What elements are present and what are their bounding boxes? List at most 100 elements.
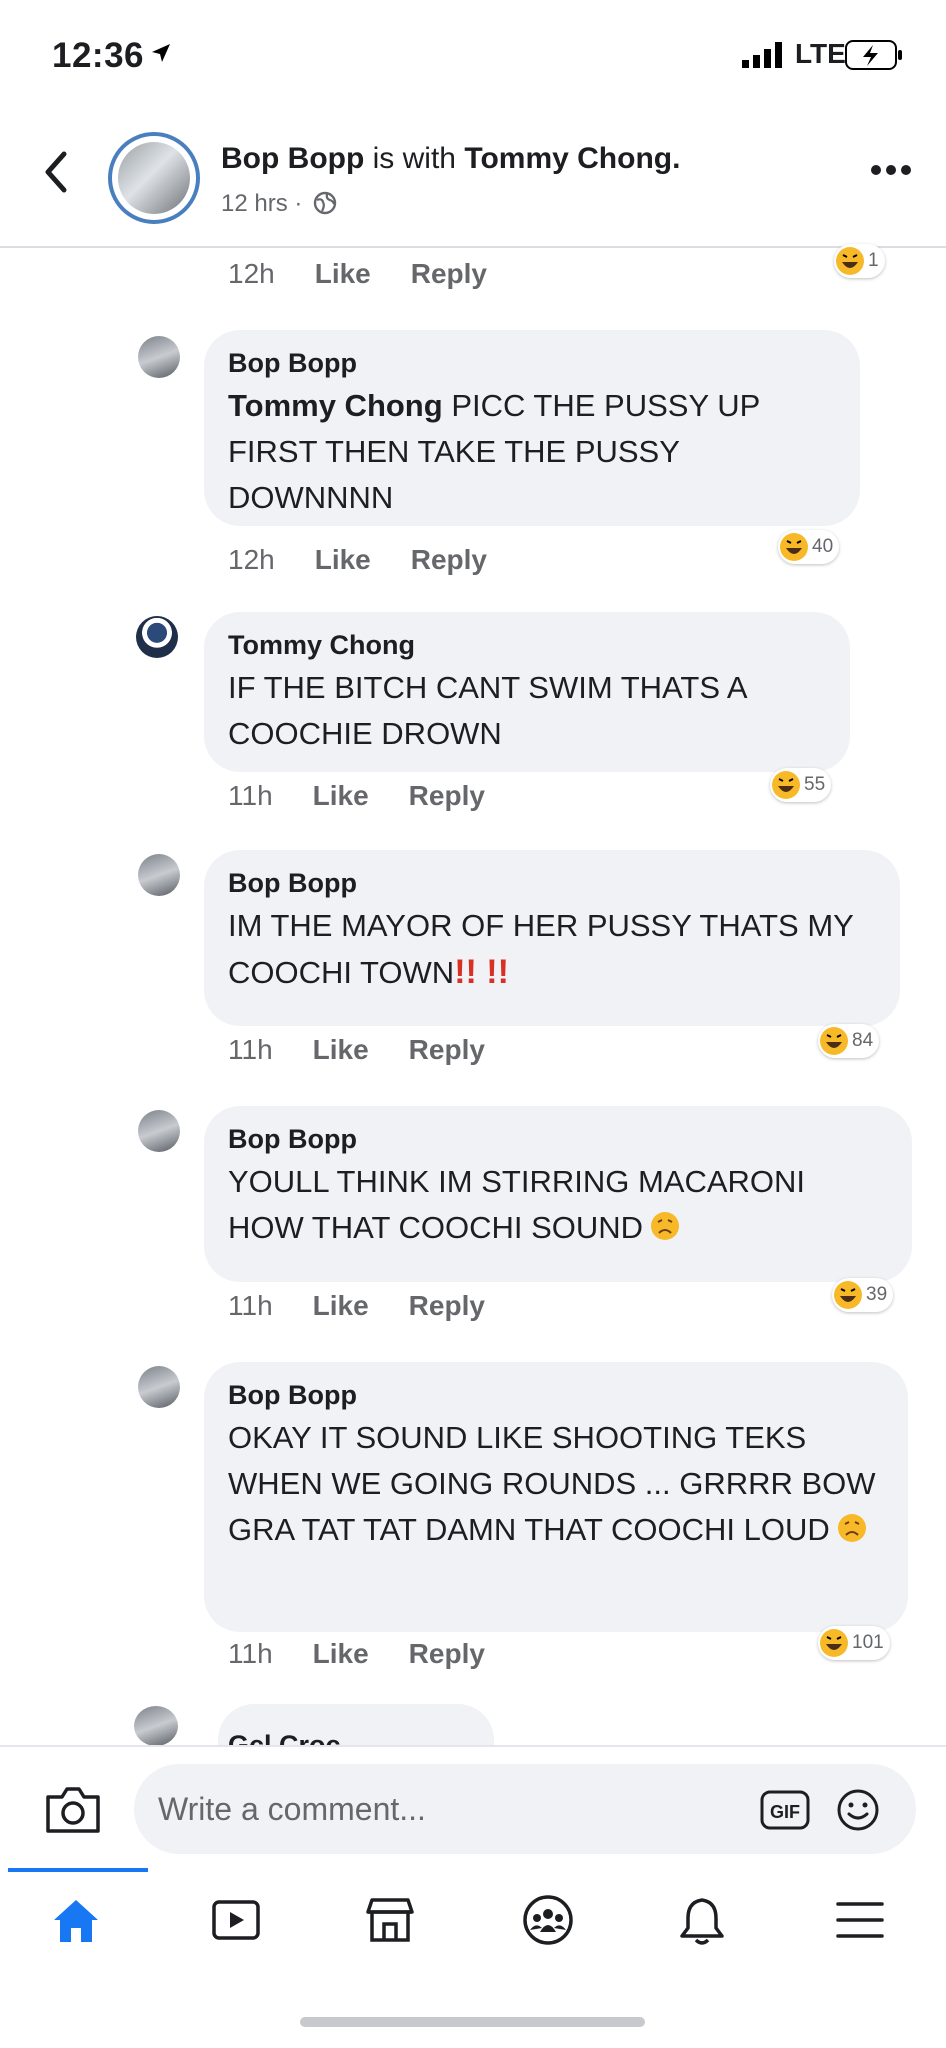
reaction-count: 1 — [868, 250, 879, 271]
active-tab-indicator — [8, 1868, 148, 1872]
comment-bubble: Tommy Chong IF THE BITCH CANT SWIM THATS… — [204, 612, 850, 772]
comment-author[interactable]: Bop Bopp — [228, 868, 876, 899]
like-link[interactable]: Like — [313, 1034, 369, 1065]
gif-label: GIF — [770, 1802, 800, 1822]
like-link[interactable]: Like — [315, 544, 371, 575]
comment-placeholder: Write a comment... — [158, 1790, 426, 1827]
post-time: 12 hrs · — [221, 190, 303, 217]
sad-emoji-icon — [651, 1212, 680, 1240]
comment-time: 11h — [228, 1290, 273, 1321]
comment-text: IM THE MAYOR OF HER PUSSY THATS MY COOCH… — [228, 903, 876, 996]
laugh-reaction-icon — [834, 1281, 862, 1309]
comment-bubble: Bop Bopp Tommy Chong PICC THE PUSSY UP F… — [204, 330, 860, 526]
back-arrow-icon[interactable] — [40, 150, 70, 194]
commenter-avatar[interactable] — [138, 1366, 180, 1408]
signal-icon — [742, 42, 782, 68]
reply-link[interactable]: Reply — [411, 258, 487, 289]
menu-icon[interactable] — [832, 1892, 888, 1948]
post-title: Bop Bopp is with Tommy Chong. — [221, 142, 680, 176]
comment-time: 12h — [228, 544, 275, 575]
reaction-badge[interactable]: 1 — [834, 244, 885, 278]
comment-actions: 12h Like Reply — [228, 258, 487, 290]
like-link[interactable]: Like — [313, 1290, 369, 1321]
more-icon[interactable] — [870, 163, 912, 177]
comment-actions: 11h Like Reply — [228, 780, 485, 812]
home-indicator[interactable] — [300, 2017, 645, 2027]
comment-author[interactable]: Bop Bopp — [228, 1124, 888, 1155]
camera-icon[interactable] — [44, 1785, 102, 1835]
reaction-badge[interactable]: 84 — [818, 1024, 880, 1058]
reaction-count: 39 — [866, 1284, 888, 1305]
mention[interactable]: Tommy Chong — [228, 388, 443, 423]
bell-icon[interactable] — [674, 1892, 730, 1948]
reaction-count: 55 — [804, 774, 826, 795]
reply-link[interactable]: Reply — [409, 1034, 485, 1065]
comment-actions: 12h Like Reply — [228, 544, 487, 576]
commenter-avatar[interactable] — [138, 854, 180, 896]
location-arrow-icon — [152, 44, 170, 62]
post-author-avatar[interactable] — [108, 132, 200, 224]
comment-author[interactable]: Tommy Chong — [228, 630, 826, 661]
reaction-badge[interactable]: 39 — [832, 1278, 894, 1312]
reaction-badge[interactable]: 55 — [770, 768, 832, 802]
gif-icon[interactable]: GIF — [760, 1790, 810, 1830]
smiley-icon[interactable] — [836, 1788, 880, 1832]
commenter-avatar[interactable] — [136, 616, 178, 658]
like-link[interactable]: Like — [315, 258, 371, 289]
laugh-reaction-icon — [780, 533, 808, 561]
comment-author[interactable]: Bop Bopp — [228, 1380, 884, 1411]
commenter-avatar[interactable] — [134, 1706, 178, 1746]
header-divider — [0, 246, 946, 248]
comment-time: 12h — [228, 258, 275, 289]
reaction-badge[interactable]: 101 — [818, 1626, 890, 1660]
home-icon[interactable] — [48, 1892, 104, 1948]
groups-icon[interactable] — [520, 1892, 576, 1948]
emphasis-marks: !! !! — [454, 953, 509, 991]
comment-time: 11h — [228, 780, 273, 811]
commenter-avatar[interactable] — [138, 1110, 180, 1152]
comment-actions: 11h Like Reply — [228, 1290, 485, 1322]
comment-bubble: Bop Bopp YOULL THINK IM STIRRING MACARON… — [204, 1106, 912, 1282]
reply-link[interactable]: Reply — [409, 780, 485, 811]
like-link[interactable]: Like — [313, 1638, 369, 1669]
network-type: LTE — [795, 38, 846, 69]
with-text: is with — [372, 142, 456, 175]
comment-bubble: Bop Bopp IM THE MAYOR OF HER PUSSY THATS… — [204, 850, 900, 1026]
laugh-reaction-icon — [836, 247, 864, 275]
status-time: 12:36 — [52, 36, 145, 75]
comment-bubble: Bop Bopp OKAY IT SOUND LIKE SHOOTING TEK… — [204, 1362, 908, 1632]
laugh-reaction-icon — [772, 771, 800, 799]
comment-body: OKAY IT SOUND LIKE SHOOTING TEKS WHEN WE… — [228, 1420, 876, 1547]
tagged-person[interactable]: Tommy Chong. — [464, 142, 680, 175]
reply-link[interactable]: Reply — [409, 1290, 485, 1321]
laugh-reaction-icon — [820, 1027, 848, 1055]
reply-link[interactable]: Reply — [409, 1638, 485, 1669]
comment-body: IM THE MAYOR OF HER PUSSY THATS MY COOCH… — [228, 908, 854, 990]
comment-text: OKAY IT SOUND LIKE SHOOTING TEKS WHEN WE… — [228, 1415, 884, 1553]
reaction-count: 84 — [852, 1030, 874, 1051]
laugh-reaction-icon — [820, 1629, 848, 1657]
like-link[interactable]: Like — [313, 780, 369, 811]
post-author-name[interactable]: Bop Bopp — [221, 142, 364, 175]
marketplace-icon[interactable] — [362, 1892, 418, 1948]
comment-actions: 11h Like Reply — [228, 1638, 485, 1670]
comment-text: Tommy Chong PICC THE PUSSY UP FIRST THEN… — [228, 383, 836, 521]
comment-actions: 11h Like Reply — [228, 1034, 485, 1066]
post-meta: 12 hrs · — [221, 190, 337, 218]
reaction-count: 101 — [852, 1632, 884, 1653]
comment-time: 11h — [228, 1034, 273, 1065]
reaction-badge[interactable]: 40 — [778, 530, 840, 564]
comment-body: IF THE BITCH CANT SWIM THATS A COOCHIE D… — [228, 670, 746, 751]
comment-text: YOULL THINK IM STIRRING MACARONI HOW THA… — [228, 1159, 888, 1251]
comment-author[interactable]: Bop Bopp — [228, 348, 836, 379]
reaction-count: 40 — [812, 536, 834, 557]
commenter-avatar[interactable] — [138, 336, 180, 378]
composer-divider — [0, 1745, 946, 1747]
comment-time: 11h — [228, 1638, 273, 1669]
comment-body: YOULL THINK IM STIRRING MACARONI HOW THA… — [228, 1164, 806, 1245]
sad-emoji-icon — [837, 1514, 866, 1542]
globe-icon — [313, 191, 337, 215]
watch-icon[interactable] — [208, 1892, 264, 1948]
battery-icon — [845, 40, 902, 70]
reply-link[interactable]: Reply — [411, 544, 487, 575]
